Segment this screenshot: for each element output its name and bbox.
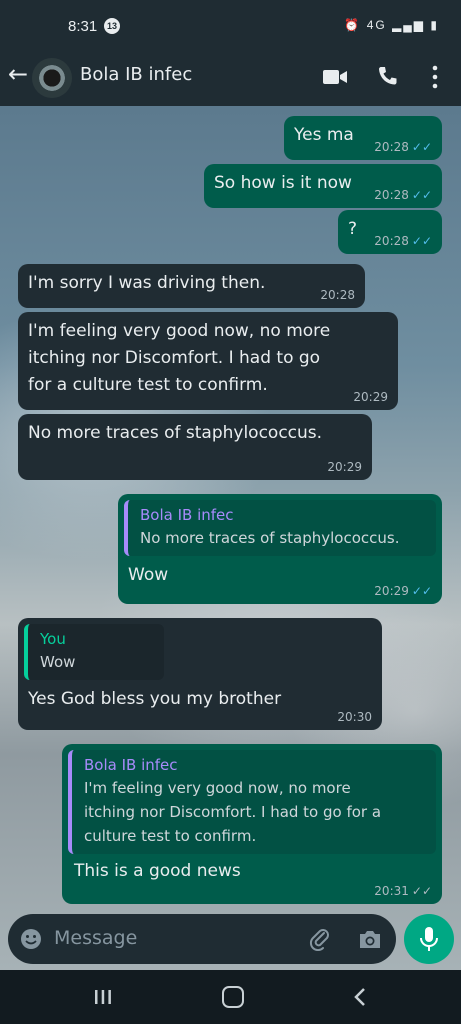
home-icon[interactable] xyxy=(222,986,244,1008)
chat-messages-area[interactable]: Yes ma 20:28 ✓✓ So how is it now 20:28 ✓✓ … xyxy=(0,106,461,970)
message-meta: 20:29 xyxy=(327,460,362,474)
message-text-line: for a culture test to confirm. xyxy=(28,375,268,395)
camera-icon[interactable] xyxy=(358,928,382,950)
message-meta: 20:28 xyxy=(320,288,355,302)
message-meta: 20:29 xyxy=(353,390,388,404)
read-receipt-icon: ✓✓ xyxy=(411,234,432,248)
message-text-line: itching nor Discomfort. I had to go xyxy=(28,348,321,368)
paperclip-icon[interactable] xyxy=(308,927,332,951)
quoted-message[interactable]: You Wow xyxy=(24,624,164,680)
status-time: 8:31 xyxy=(68,18,98,35)
outgoing-message[interactable]: ? 20:28 ✓✓ xyxy=(338,210,442,254)
message-text: This is a good news xyxy=(74,861,241,881)
message-meta: 20:28 ✓✓ xyxy=(374,188,432,202)
video-call-icon[interactable] xyxy=(322,67,348,87)
read-receipt-icon: ✓✓ xyxy=(411,140,432,154)
outgoing-reply-message[interactable]: Bola IB infec I'm feeling very good now,… xyxy=(62,744,442,904)
microphone-icon xyxy=(420,927,438,951)
message-text: Yes God bless you my brother xyxy=(28,689,282,709)
incoming-message[interactable]: I'm sorry I was driving then. 20:28 xyxy=(18,264,365,308)
network-type-label: 4G xyxy=(366,18,387,32)
quoted-sender: Bola IB infec xyxy=(84,756,178,774)
incoming-reply-message[interactable]: You Wow Yes God bless you my brother 20:… xyxy=(18,618,382,730)
incoming-message[interactable]: I'm feeling very good now, no more itchi… xyxy=(18,312,398,410)
message-meta: 20:31 ✓✓ xyxy=(374,884,432,898)
message-text: I'm sorry I was driving then. xyxy=(28,273,266,293)
outgoing-message[interactable]: So how is it now 20:28 ✓✓ xyxy=(204,164,442,208)
back-icon[interactable] xyxy=(352,986,368,1008)
message-time: 20:28 xyxy=(374,188,409,202)
message-time: 20:29 xyxy=(327,460,362,474)
quoted-text-line: itching nor Discomfort. I had to go for … xyxy=(84,803,382,821)
status-bar: 8:31 13 ⏰ 4G ▂▄▆ ▮ xyxy=(0,0,461,50)
battery-icon: ▮ xyxy=(430,18,439,32)
read-receipt-icon: ✓✓ xyxy=(411,188,432,202)
system-navigation-bar xyxy=(0,970,461,1024)
quoted-text-line: culture test to confirm. xyxy=(84,827,257,845)
emoji-icon[interactable] xyxy=(20,928,42,950)
more-options-icon[interactable] xyxy=(428,64,442,90)
status-icons: ⏰ 4G ▂▄▆ ▮ xyxy=(344,18,439,32)
quoted-sender: You xyxy=(40,630,66,648)
outgoing-reply-message[interactable]: Bola IB infec No more traces of staphylo… xyxy=(118,494,442,604)
voice-call-icon[interactable] xyxy=(376,64,400,88)
message-composer[interactable]: Message xyxy=(8,914,396,964)
quoted-sender: Bola IB infec xyxy=(140,506,234,524)
quoted-text: No more traces of staphylococcus. xyxy=(140,529,400,547)
message-input[interactable]: Message xyxy=(54,927,137,949)
contact-name[interactable]: Bola IB infec xyxy=(80,64,192,85)
quoted-message[interactable]: Bola IB infec No more traces of staphylo… xyxy=(124,500,436,556)
recent-apps-icon[interactable] xyxy=(92,988,114,1006)
message-meta: 20:30 xyxy=(337,710,372,724)
outgoing-message[interactable]: Yes ma 20:28 ✓✓ xyxy=(284,116,442,160)
quoted-text: Wow xyxy=(40,653,76,671)
read-receipt-icon: ✓✓ xyxy=(411,584,432,598)
contact-avatar[interactable] xyxy=(32,58,72,98)
message-text: No more traces of staphylococcus. xyxy=(28,423,323,443)
incoming-message[interactable]: No more traces of staphylococcus. 20:29 xyxy=(18,414,372,480)
message-time: 20:28 xyxy=(374,140,409,154)
quoted-text-line: I'm feeling very good now, no more xyxy=(84,779,351,797)
message-meta: 20:29 ✓✓ xyxy=(374,584,432,598)
message-meta: 20:28 ✓✓ xyxy=(374,140,432,154)
notification-count-badge: 13 xyxy=(104,18,120,34)
signal-icon: ▂▄▆ xyxy=(392,18,426,32)
quoted-message[interactable]: Bola IB infec I'm feeling very good now,… xyxy=(68,750,436,854)
message-text-line: I'm feeling very good now, no more xyxy=(28,321,331,341)
message-time: 20:28 xyxy=(374,234,409,248)
message-time: 20:29 xyxy=(353,390,388,404)
alarm-icon: ⏰ xyxy=(344,18,362,32)
delivered-receipt-icon: ✓✓ xyxy=(411,884,432,898)
message-meta: 20:28 ✓✓ xyxy=(374,234,432,248)
message-time: 20:28 xyxy=(320,288,355,302)
chat-header: ← Bola IB infec xyxy=(0,50,461,106)
voice-message-button[interactable] xyxy=(404,914,454,964)
message-time: 20:30 xyxy=(337,710,372,724)
message-time: 20:29 xyxy=(374,584,409,598)
message-time: 20:31 xyxy=(374,884,409,898)
back-arrow-icon[interactable]: ← xyxy=(8,60,28,88)
